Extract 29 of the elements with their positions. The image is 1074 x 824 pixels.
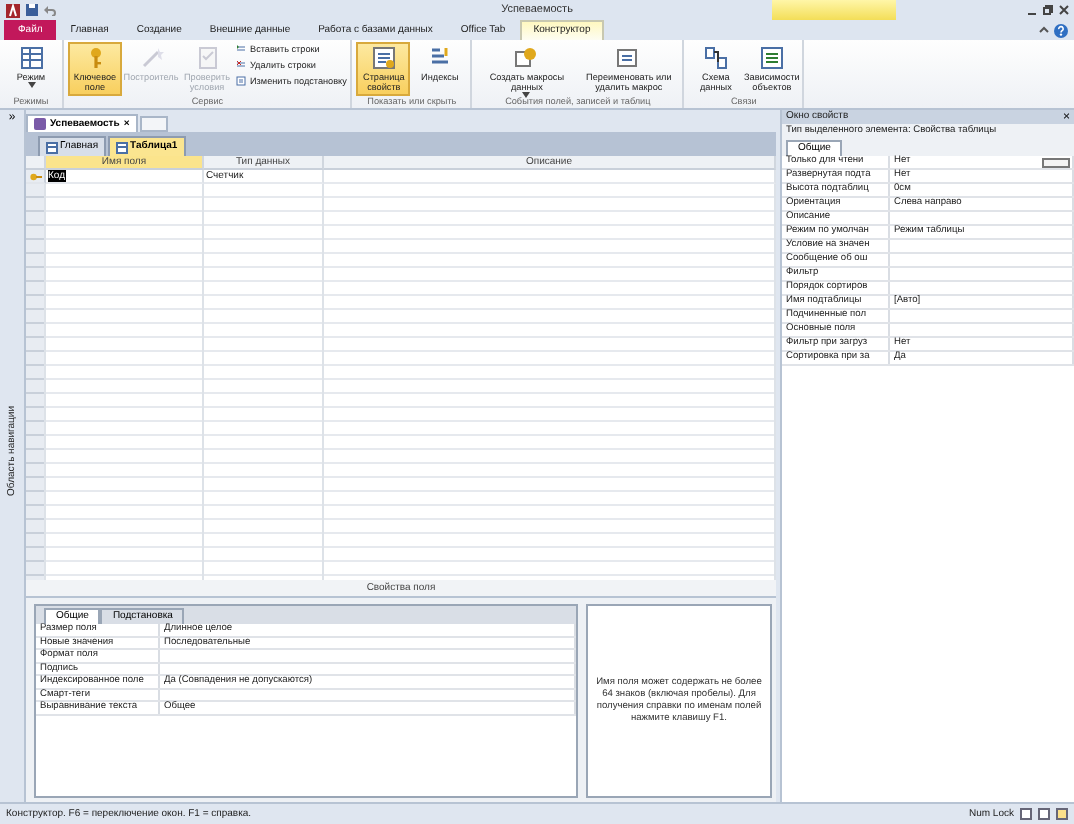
datasheet-view-icon[interactable] (1020, 808, 1032, 820)
new-tab-button[interactable] (139, 116, 168, 132)
contextual-tab-header (772, 0, 896, 20)
collapse-ribbon-icon[interactable] (1038, 24, 1050, 36)
dropdown-button[interactable] (1042, 157, 1070, 167)
undo-icon[interactable] (44, 4, 56, 16)
access-logo-icon (6, 3, 20, 17)
pivot-view-icon[interactable] (1038, 808, 1050, 820)
wand-icon (139, 46, 163, 70)
help-icon[interactable] (1054, 24, 1068, 38)
lookup-icon (236, 75, 248, 87)
table-icon (19, 46, 43, 70)
design-view-icon[interactable] (1056, 808, 1068, 820)
close-icon[interactable] (1058, 4, 1070, 16)
checklist-icon (195, 46, 219, 70)
dependencies-icon (759, 46, 784, 70)
macro-icon (514, 46, 539, 70)
relationships-icon (703, 46, 728, 70)
insert-rows-icon (236, 43, 248, 55)
row-selector-header (26, 156, 46, 170)
row-selector[interactable] (26, 170, 46, 184)
index-icon (427, 46, 452, 70)
restore-icon[interactable] (1042, 4, 1054, 16)
form-icon (46, 141, 58, 153)
property-sheet-icon (371, 46, 396, 70)
save-icon[interactable] (26, 4, 38, 16)
delete-rows-icon (236, 59, 248, 71)
rename-macro-icon (616, 46, 641, 70)
table-icon (116, 141, 129, 153)
